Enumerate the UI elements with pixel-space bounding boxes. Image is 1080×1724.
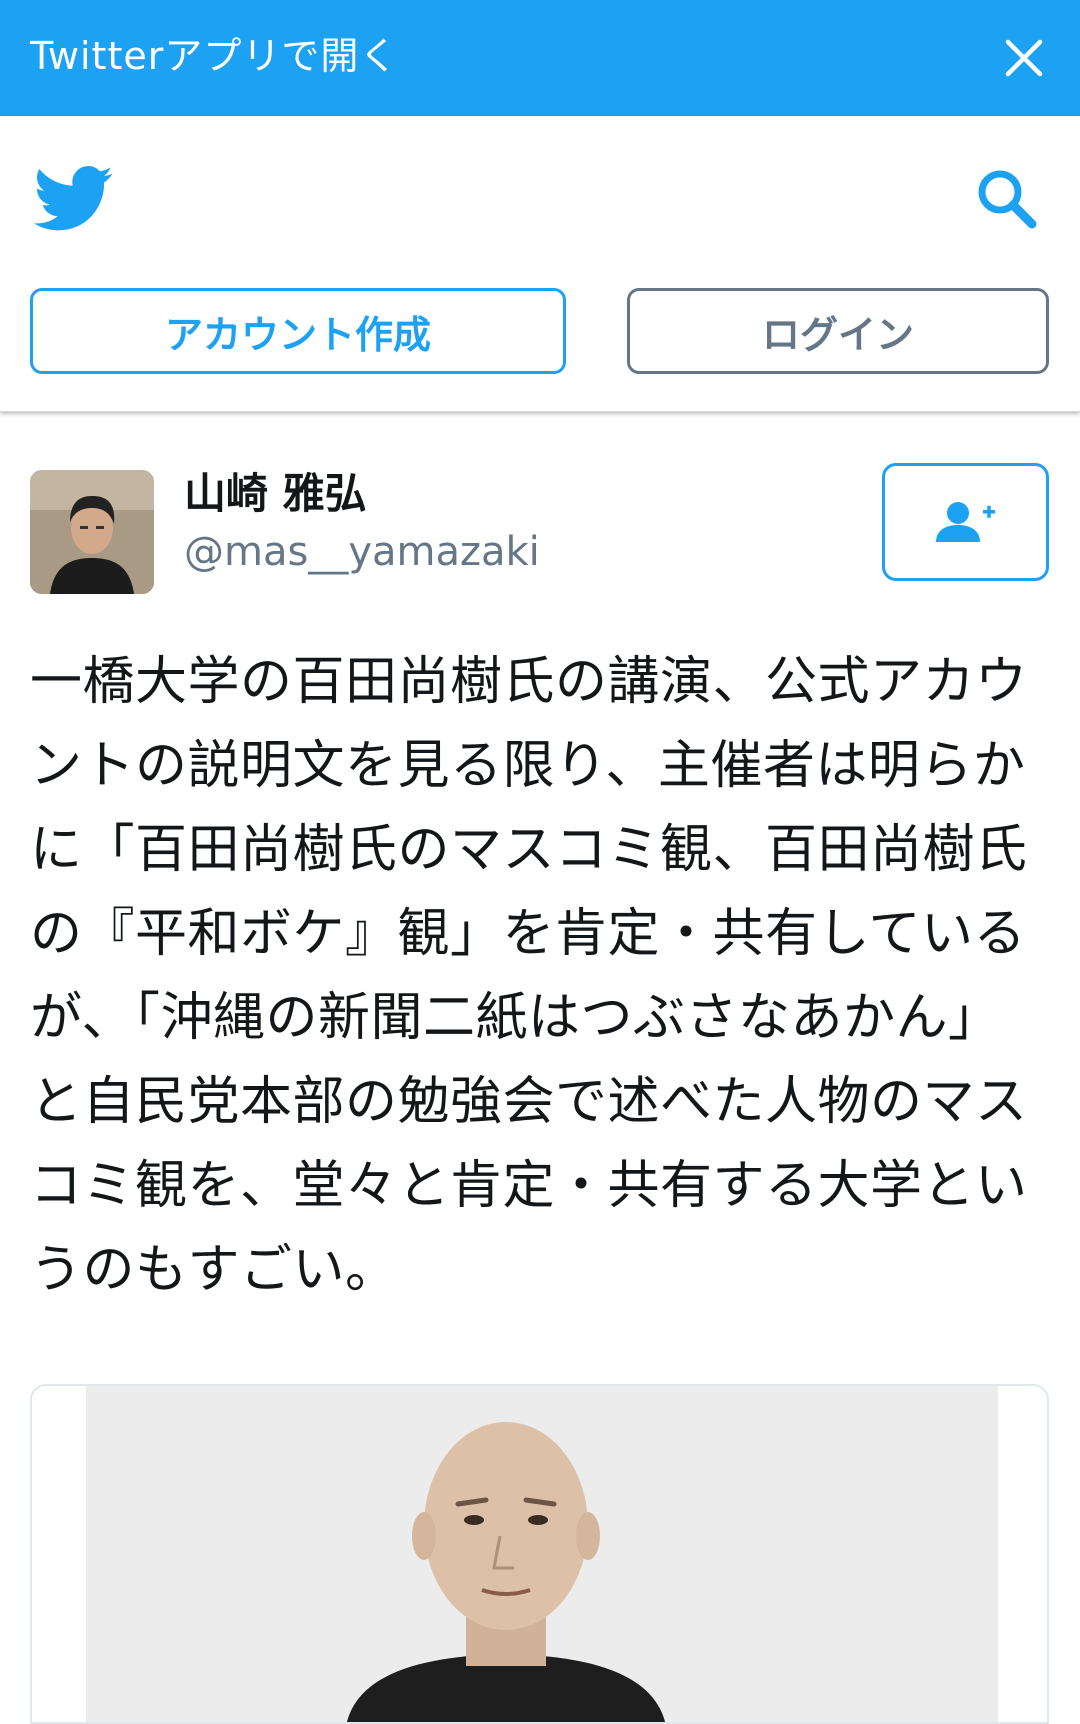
follow-user-icon [935, 502, 995, 542]
media-photo [86, 1386, 998, 1722]
open-in-app-label[interactable]: Twitterアプリで開く [30, 30, 398, 82]
open-in-app-banner[interactable]: Twitterアプリで開く [0, 0, 1080, 116]
login-button[interactable]: ログイン [627, 288, 1049, 374]
user-name[interactable]: 山崎 雅弘 [184, 466, 367, 522]
signup-button[interactable]: アカウント作成 [30, 288, 566, 374]
avatar[interactable] [30, 470, 154, 594]
tweet-text: 一橋大学の百田尚樹氏の講演、公式アカウントの説明文を見る限り、主催者は明らかに「… [30, 652, 1028, 1300]
tweet-media-card[interactable] [30, 1384, 1049, 1724]
close-icon[interactable] [1000, 34, 1048, 82]
follow-button[interactable] [882, 463, 1049, 581]
avatar-portrait [30, 470, 154, 594]
tweet-media-image[interactable] [86, 1386, 998, 1722]
search-icon[interactable] [972, 164, 1040, 232]
twitter-bird-icon[interactable] [34, 164, 114, 234]
user-handle[interactable]: @mas__yamazaki [184, 524, 540, 580]
site-header: アカウント作成 ログイン [0, 116, 1080, 412]
